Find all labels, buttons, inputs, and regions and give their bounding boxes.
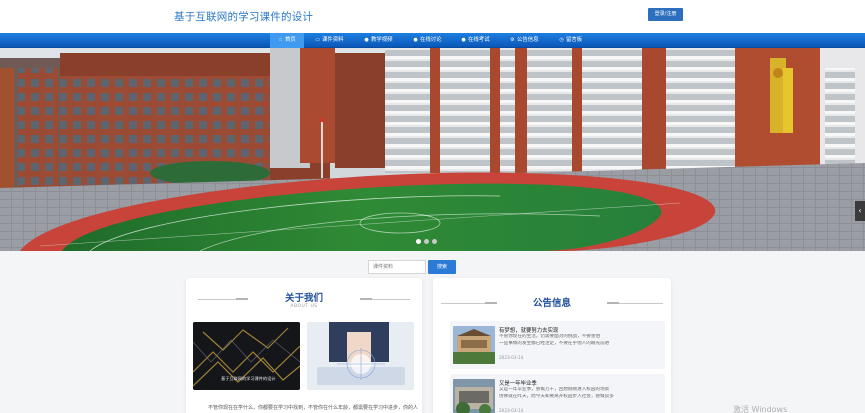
notice-item[interactable]: 又是一年毕业季 又是一年毕业季，感慨万千，回想刚刚进入校园的场景 仿佛就在昨天，…: [450, 374, 665, 413]
carousel-next-arrow[interactable]: ‹: [855, 201, 865, 221]
nav-item-home[interactable]: ☆ 首页: [270, 33, 304, 48]
notice-card: 公告信息 有梦想，就要努力去实现 不管你现在的生活，仍需要面对的挑战，不要害怕 …: [433, 278, 671, 413]
nav-label: 公告信息: [517, 37, 539, 43]
home-icon: ☆: [278, 37, 283, 43]
nav-item-exam[interactable]: ● 在线考试: [461, 33, 490, 48]
notice-thumbnail: [453, 379, 495, 413]
nav-label: 在线考试: [468, 37, 490, 43]
notice-item-date: 2023-03-14: [499, 408, 524, 413]
notice-line: 仿佛就在昨天，而今天却要离开校园步入社会，感慨良多: [499, 393, 614, 399]
carousel-dot[interactable]: [432, 239, 437, 244]
notice-item-body: 又是一年毕业季，感慨万千，回想刚刚进入校园的场景 仿佛就在昨天，而今天却要离开校…: [499, 387, 659, 400]
nav-item-videos[interactable]: ● 教学视频: [364, 33, 393, 48]
campus-banner-image: [0, 48, 865, 251]
carousel-dot[interactable]: [424, 239, 429, 244]
about-image: [307, 322, 414, 390]
notice-thumbnail: [453, 326, 495, 364]
nav-label: 首页: [285, 37, 296, 43]
search-input[interactable]: [368, 260, 426, 274]
nav-label: 课件资料: [322, 37, 344, 43]
about-title: 关于我们: [284, 293, 323, 304]
nav-item-courseware[interactable]: ▭ 课件资料: [315, 33, 344, 48]
about-subtitle: ABOUT US: [290, 304, 318, 309]
circle-icon: ●: [461, 37, 466, 43]
site-title: 基于互联网的学习课件的设计: [174, 11, 314, 23]
circle-icon: ●: [364, 37, 369, 43]
nav-label: 教学视频: [371, 37, 393, 43]
notice-item-date: 2023-03-14: [499, 355, 524, 360]
notice-item[interactable]: 有梦想，就要努力去实现 不管你现在的生活，仍需要面对的挑战，不要害怕 一些事情的…: [450, 321, 665, 369]
about-image: 基于互联网的学习课件的设计: [193, 322, 300, 390]
page: 基于互联网的学习课件的设计 登录/注册 ☆ 首页 ▭ 课件资料 ● 教学视频 ● 在线讨…: [0, 0, 865, 413]
gear-icon: ⚙: [510, 37, 515, 43]
top-header: 基于互联网的学习课件的设计 登录/注册: [0, 0, 865, 33]
notice-item-title[interactable]: 有梦想，就要努力去实现: [499, 326, 558, 334]
nav-label: 留言板: [566, 37, 583, 43]
circle-icon: ●: [413, 37, 418, 43]
windows-activation-watermark: 激活 Windows: [733, 405, 788, 413]
notice-line: 一些事情的发生都已经注定，不要在乎他人的眼光前进: [499, 340, 610, 346]
nav-item-notices[interactable]: ⚙ 公告信息: [510, 33, 539, 48]
carousel-dot[interactable]: [416, 239, 421, 244]
clock-icon: ◷: [559, 37, 564, 43]
about-image-caption: 基于互联网的学习课件的设计: [221, 376, 276, 381]
about-us-card: 关于我们 ABOUT US 基于互联网的学习课件的设计 不管你现在在学什么，你都…: [186, 278, 422, 413]
folder-icon: ▭: [315, 37, 320, 43]
nav-label: 在线讨论: [420, 37, 442, 43]
login-button[interactable]: 登录/注册: [648, 8, 683, 21]
notice-item-body: 不管你现在的生活，仍需要面对的挑战，不要害怕 一些事情的发生都已经注定，不要在乎…: [499, 334, 659, 347]
main-nav: ☆ 首页 ▭ 课件资料 ● 教学视频 ● 在线讨论 ● 在线考试 ⚙ 公告信息 ◷ 留言板: [0, 33, 865, 48]
about-text: 不管你现在在学什么，你都要在学习中找到，不管你在什么年龄，都需要在学习中进步，你…: [208, 405, 418, 411]
nav-item-messages[interactable]: ◷ 留言板: [559, 33, 582, 48]
nav-item-discussion[interactable]: ● 在线讨论: [413, 33, 442, 48]
search-button[interactable]: 搜索: [428, 260, 456, 274]
banner-carousel[interactable]: [0, 48, 865, 251]
notice-title: 公告信息: [532, 298, 571, 309]
notice-item-title[interactable]: 又是一年毕业季: [499, 379, 537, 387]
